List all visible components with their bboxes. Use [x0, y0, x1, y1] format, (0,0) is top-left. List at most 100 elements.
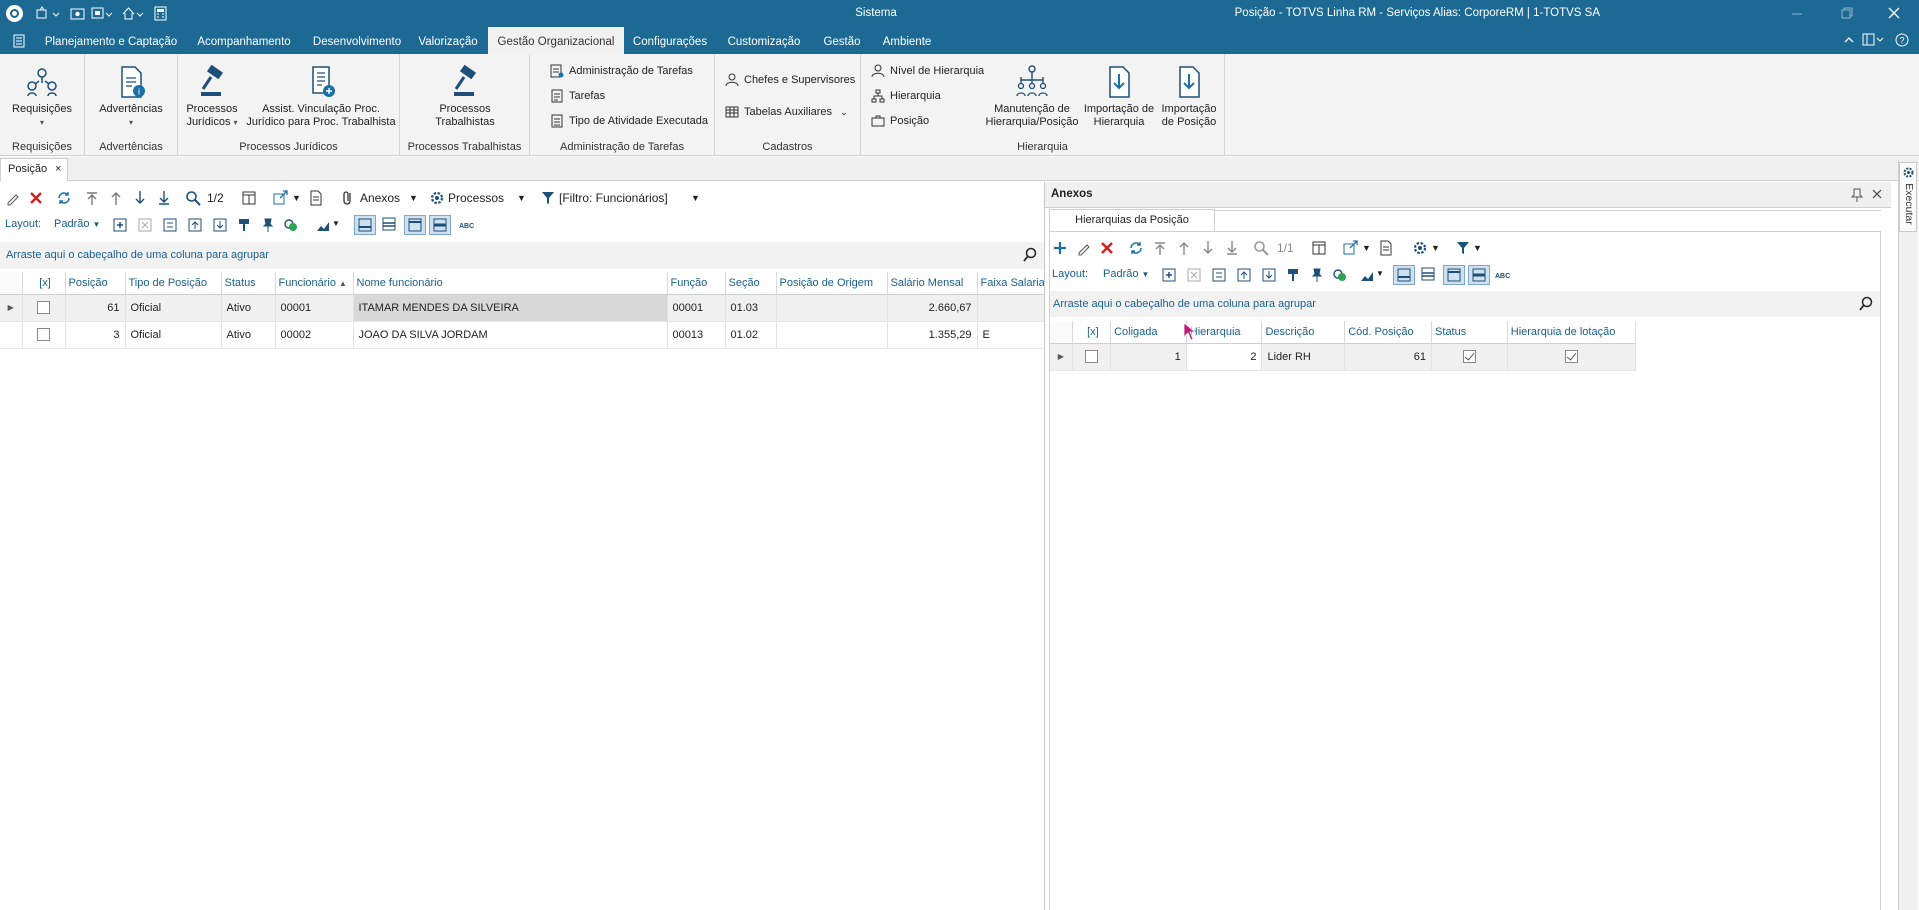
format-painter-icon[interactable]	[237, 217, 253, 233]
move-up-icon[interactable]	[1236, 267, 1252, 283]
chart-icon[interactable]	[315, 217, 331, 233]
importacao-hierarquia-button[interactable]: Importação de Hierarquia	[1083, 64, 1155, 129]
cell-cod-posicao[interactable]: 61	[1344, 343, 1433, 371]
col-secao[interactable]: Seção	[725, 272, 777, 295]
cell-hierarquia[interactable]: 2	[1186, 343, 1263, 371]
grid-search-icon[interactable]	[1022, 247, 1038, 263]
administracao-tarefas-item[interactable]: Administração de Tarefas	[550, 62, 693, 80]
tab-acompanhamento[interactable]: Acompanhamento	[190, 27, 298, 54]
col-posicao[interactable]: Posição	[65, 272, 126, 295]
processes-gear-icon[interactable]	[428, 189, 446, 207]
table-row[interactable]: ▶ 61 Oficial Ativo 00001 ITAMAR MENDES D…	[0, 294, 1045, 322]
pin-panel-icon[interactable]	[1851, 188, 1863, 202]
export-dropdown-icon[interactable]: ▼	[292, 193, 301, 203]
view-mode-3-icon[interactable]	[404, 215, 426, 235]
col-hierarquia-lotacao[interactable]: Hierarquia de lotação	[1507, 321, 1637, 344]
previous-record-icon[interactable]	[107, 189, 125, 207]
spellcheck-icon[interactable]: ABC	[1494, 267, 1514, 283]
collapse-ribbon-icon[interactable]	[1843, 34, 1855, 46]
row-checkbox[interactable]	[1072, 343, 1112, 371]
anexos-button[interactable]: Anexos	[360, 187, 400, 209]
table-row[interactable]: ▶ 1 2 Lider RH 61	[1050, 343, 1637, 371]
last-record-icon[interactable]	[155, 189, 173, 207]
monitor-dropdown-icon[interactable]	[91, 6, 115, 22]
refresh-icon[interactable]	[55, 189, 73, 207]
col-cod-posicao[interactable]: Cód. Posição	[1344, 321, 1433, 344]
col-funcao[interactable]: Função	[667, 272, 726, 295]
importacao-posicao-button[interactable]: Importação de Posição	[1156, 64, 1222, 129]
close-tab-icon[interactable]: ×	[55, 159, 61, 180]
col-posicao-origem[interactable]: Posição de Origem	[776, 272, 888, 295]
cell-origem[interactable]	[776, 321, 888, 349]
columns-icon[interactable]	[1310, 239, 1328, 257]
cell-funcionario[interactable]: 00002	[275, 321, 354, 349]
group-by-area[interactable]: Arraste aqui o cabeçalho de uma coluna p…	[1050, 291, 1880, 317]
filtro-button[interactable]: [Filtro: Funcionários]	[559, 187, 668, 209]
cell-status[interactable]: Ativo	[221, 294, 276, 322]
cell-tipo[interactable]: Oficial	[125, 294, 222, 322]
delete-icon[interactable]	[1098, 239, 1116, 257]
assist-vinculacao-button[interactable]: Assist. Vinculação Proc. Jurídico para P…	[244, 64, 398, 129]
cell-posicao[interactable]: 3	[65, 321, 126, 349]
cell-secao[interactable]: 01.03	[725, 294, 777, 322]
collapse-icon[interactable]	[137, 217, 153, 233]
calculator-icon[interactable]	[153, 6, 169, 22]
app-menu-icon[interactable]	[12, 34, 26, 48]
cell-secao[interactable]: 01.02	[725, 321, 777, 349]
layout-select[interactable]: Padrão ▼	[54, 218, 100, 230]
tipo-atividade-item[interactable]: Tipo de Atividade Executada	[550, 112, 708, 130]
cell-status-checkbox[interactable]	[1431, 343, 1508, 371]
edit-icon[interactable]	[1075, 239, 1093, 257]
view-mode-4-icon[interactable]	[1468, 265, 1490, 285]
first-record-icon[interactable]	[1151, 239, 1169, 257]
view-mode-1-icon[interactable]	[1393, 265, 1415, 285]
tabelas-auxiliares-item[interactable]: Tabelas Auxiliares ⌄	[725, 103, 848, 121]
posicao-item[interactable]: Posição	[871, 112, 929, 130]
processes-dropdown-icon[interactable]: ▼	[1431, 243, 1440, 253]
cell-faixa[interactable]: E	[977, 321, 1045, 349]
group-by-area[interactable]: Arraste aqui o cabeçalho de uma coluna p…	[0, 242, 1044, 269]
home-dropdown-icon[interactable]	[122, 6, 146, 22]
search-icon[interactable]	[1252, 239, 1270, 257]
restore-icon[interactable]	[1840, 6, 1854, 20]
col-faixa-salarial[interactable]: Faixa Salaria	[977, 272, 1045, 295]
hierarquia-item[interactable]: Hierarquia	[871, 87, 941, 105]
pin-icon[interactable]	[260, 217, 276, 233]
requisicoes-button[interactable]: Requisições ▾	[4, 64, 80, 129]
grid-search-icon[interactable]	[1858, 296, 1874, 312]
tab-gestao-organizacional[interactable]: Gestão Organizacional	[488, 27, 624, 54]
report-icon[interactable]	[307, 189, 325, 207]
next-record-icon[interactable]	[131, 189, 149, 207]
doc-tab-posicao[interactable]: Posição ×	[0, 158, 68, 181]
tab-configuracoes[interactable]: Configurações	[630, 27, 710, 54]
tab-valorizacao[interactable]: Valorização	[414, 27, 482, 54]
col-descricao[interactable]: Descrição	[1261, 321, 1346, 344]
cell-hierarquia-lotacao-checkbox[interactable]	[1507, 343, 1637, 371]
filtro-dropdown-icon[interactable]: ▼	[691, 193, 700, 203]
processos-juridicos-button[interactable]: Processos Jurídicos ▾	[183, 64, 241, 129]
collapse-icon[interactable]	[1186, 267, 1202, 283]
layout-dropdown-icon[interactable]	[1862, 33, 1886, 47]
delete-icon[interactable]	[27, 189, 45, 207]
minimize-icon[interactable]	[1790, 6, 1804, 20]
edit-icon[interactable]	[4, 189, 22, 207]
close-window-icon[interactable]	[1887, 6, 1901, 20]
first-record-icon[interactable]	[83, 189, 101, 207]
search-icon[interactable]	[184, 189, 202, 207]
view-icon[interactable]	[70, 6, 86, 22]
cell-tipo[interactable]: Oficial	[125, 321, 222, 349]
chefes-supervisores-item[interactable]: Chefes e Supervisores	[725, 71, 855, 89]
cell-funcao[interactable]: 00013	[667, 321, 726, 349]
columns-icon[interactable]	[240, 189, 258, 207]
col-hierarquia[interactable]: Hierarquia	[1186, 321, 1263, 344]
row-checkbox[interactable]	[22, 321, 66, 349]
processes-gear-icon[interactable]	[1411, 239, 1429, 257]
pin-icon[interactable]	[1309, 267, 1325, 283]
col-nome-funcionario[interactable]: Nome funcionário	[353, 272, 668, 295]
view-mode-3-icon[interactable]	[1443, 265, 1465, 285]
tab-desenvolvimento[interactable]: Desenvolvimento	[306, 27, 408, 54]
col-coligada[interactable]: Coligada	[1110, 321, 1187, 344]
cell-origem[interactable]	[776, 294, 888, 322]
tarefas-item[interactable]: Tarefas	[550, 87, 605, 105]
nivel-hierarquia-item[interactable]: Nível de Hierarquia	[871, 62, 984, 80]
